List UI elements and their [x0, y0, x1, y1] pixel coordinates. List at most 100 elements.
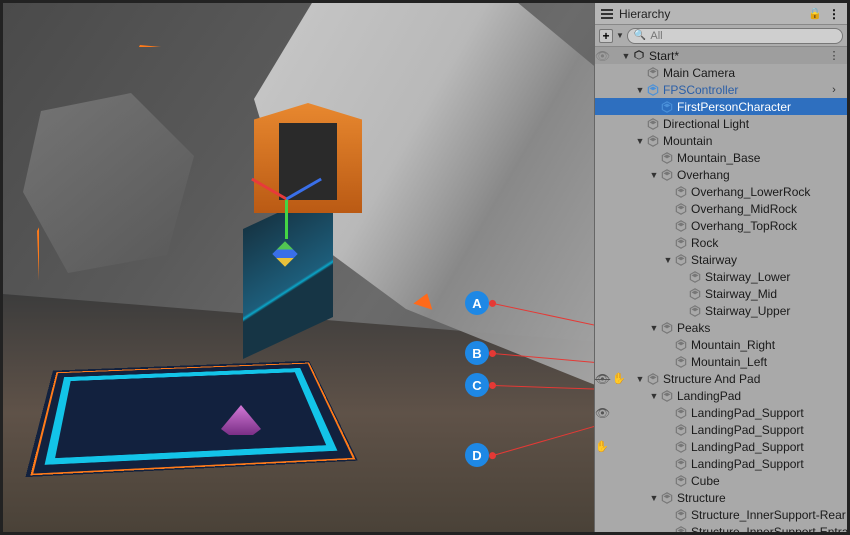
expand-toggle[interactable]: ▼ [649, 493, 659, 503]
hierarchy-row-pkr[interactable]: Mountain_Right [595, 336, 847, 353]
hierarchy-row-lp2[interactable]: LandingPad_Support [595, 421, 847, 438]
gameobject-cube-icon [674, 508, 688, 522]
node-label: FPSController [663, 83, 825, 97]
landing-pad [25, 361, 357, 477]
node-label: Mountain_Right [691, 338, 843, 352]
expand-toggle[interactable]: ▼ [663, 255, 673, 265]
scene-viewport[interactable]: A B C D [3, 3, 594, 532]
panel-options-icon[interactable]: ⋮ [828, 7, 841, 21]
node-label: Stairway_Upper [705, 304, 843, 318]
hierarchy-row-lp3[interactable]: ✋ LandingPad_Support [595, 438, 847, 455]
gameobject-cube-icon [646, 117, 660, 131]
create-dropdown-icon[interactable]: ▼ [616, 31, 624, 40]
panel-tab-drag-icon[interactable] [601, 9, 613, 19]
node-label: Overhang_TopRock [691, 219, 843, 233]
search-input[interactable] [650, 30, 836, 42]
create-button[interactable]: + [599, 29, 613, 43]
node-label: Cube [691, 474, 843, 488]
hierarchy-row-oht[interactable]: Overhang_TopRock [595, 217, 847, 234]
gameobject-cube-icon [674, 219, 688, 233]
hierarchy-row-sw[interactable]: ▼ Stairway [595, 251, 847, 268]
prefab-open-icon[interactable]: › [825, 84, 843, 96]
node-label: LandingPad [677, 389, 843, 403]
gameobject-cube-icon [674, 185, 688, 199]
expand-toggle[interactable]: ▼ [621, 51, 631, 61]
scene-row[interactable]: 👁 ▼ Start* ⋮ [595, 47, 847, 64]
hierarchy-row-ohl[interactable]: Overhang_LowerRock [595, 183, 847, 200]
expand-toggle[interactable]: ▼ [649, 170, 659, 180]
unity-logo-icon [632, 49, 646, 63]
hierarchy-row-oh[interactable]: ▼Overhang [595, 166, 847, 183]
node-label: FirstPersonCharacter [677, 100, 843, 114]
panel-toolbar: + ▼ 🔍 [595, 25, 847, 47]
node-label: Stairway_Lower [705, 270, 843, 284]
search-icon: 🔍 [634, 30, 646, 41]
node-label: Overhang_MidRock [691, 202, 843, 216]
visibility-toggle-icon[interactable]: 👁 [595, 372, 610, 386]
node-label: Mountain_Left [691, 355, 843, 369]
node-label: Structure_InnerSupport-Entra [691, 525, 847, 533]
row-gutter: 👁 [595, 406, 621, 420]
pickability-toggle-icon[interactable]: ✋ [612, 372, 626, 385]
hierarchy-row-swm[interactable]: Stairway_Mid [595, 285, 847, 302]
panel-header: Hierarchy 🔒 ⋮ [595, 3, 847, 25]
gameobject-cube-icon [688, 287, 702, 301]
expand-toggle[interactable]: ▼ [649, 323, 659, 333]
rocks-shape [23, 93, 203, 273]
hierarchy-tree[interactable]: 👁 ▼ Start* ⋮ Main Camera ▼ FPSController› F… [595, 47, 847, 532]
hierarchy-row-dl[interactable]: Directional Light [595, 115, 847, 132]
hierarchy-row-swu[interactable]: Stairway_Upper [595, 302, 847, 319]
prefab-cube-icon [660, 100, 674, 114]
hierarchy-row-mtb[interactable]: Mountain_Base [595, 149, 847, 166]
callout-badge-c: C [465, 373, 489, 397]
panel-lock-icon[interactable]: 🔒 [808, 7, 822, 20]
node-label: LandingPad_Support [691, 440, 843, 454]
node-label: Stairway_Mid [705, 287, 843, 301]
hierarchy-row-pk[interactable]: ▼Peaks [595, 319, 847, 336]
node-label: LandingPad_Support [691, 406, 843, 420]
node-label: Structure_InnerSupport-Rear [691, 508, 846, 522]
hierarchy-row-rk[interactable]: Rock [595, 234, 847, 251]
gameobject-cube-icon [660, 151, 674, 165]
hierarchy-row-st[interactable]: ▼ Structure [595, 489, 847, 506]
node-label: Main Camera [663, 66, 843, 80]
expand-toggle[interactable]: ▼ [635, 85, 645, 95]
gizmo-y-axis[interactable] [285, 199, 288, 239]
hierarchy-row-fps[interactable]: ▼ FPSController› [595, 81, 847, 98]
gameobject-cube-icon [674, 440, 688, 454]
gameobject-cube-icon [674, 474, 688, 488]
expand-toggle[interactable]: ▼ [649, 391, 659, 401]
hierarchy-row-lp[interactable]: ▼ LandingPad [595, 387, 847, 404]
expand-toggle[interactable]: ▼ [635, 374, 645, 384]
hierarchy-row-mc[interactable]: Main Camera [595, 64, 847, 81]
gameobject-cube-icon [660, 168, 674, 182]
gameobject-cube-icon [646, 134, 660, 148]
gameobject-cube-icon [674, 202, 688, 216]
hierarchy-row-ohm[interactable]: Overhang_MidRock [595, 200, 847, 217]
hierarchy-row-pkl[interactable]: Mountain_Left [595, 353, 847, 370]
gameobject-cube-icon [674, 236, 688, 250]
hierarchy-row-cb[interactable]: Cube [595, 472, 847, 489]
hierarchy-row-mt[interactable]: ▼Mountain [595, 132, 847, 149]
eye-off-icon[interactable]: 👁 [595, 49, 610, 63]
hierarchy-row-st1[interactable]: Structure_InnerSupport-Rear [595, 506, 847, 523]
scene-name-label: Start* [649, 49, 825, 63]
pickability-toggle-icon[interactable]: ✋ [595, 440, 609, 453]
node-label: Stairway [691, 253, 843, 267]
node-label: Structure [677, 491, 843, 505]
callout-badge-a: A [465, 291, 489, 315]
hierarchy-row-st2[interactable]: Structure_InnerSupport-Entra [595, 523, 847, 532]
callout-badge-d: D [465, 443, 489, 467]
expand-toggle[interactable]: ▼ [635, 136, 645, 146]
visibility-toggle-icon[interactable]: 👁 [595, 406, 610, 420]
gameobject-cube-icon [688, 270, 702, 284]
hierarchy-row-lp1[interactable]: 👁 LandingPad_Support [595, 404, 847, 421]
node-label: Directional Light [663, 117, 843, 131]
search-field[interactable]: 🔍 [627, 28, 843, 44]
gameobject-cube-icon [646, 372, 660, 386]
hierarchy-row-fpc[interactable]: FirstPersonCharacter [595, 98, 847, 115]
hierarchy-row-swl[interactable]: Stairway_Lower [595, 268, 847, 285]
hierarchy-row-lp4[interactable]: LandingPad_Support [595, 455, 847, 472]
hierarchy-row-sap[interactable]: 👁✋▼Structure And Pad [595, 370, 847, 387]
scene-options-icon[interactable]: ⋮ [825, 49, 843, 62]
